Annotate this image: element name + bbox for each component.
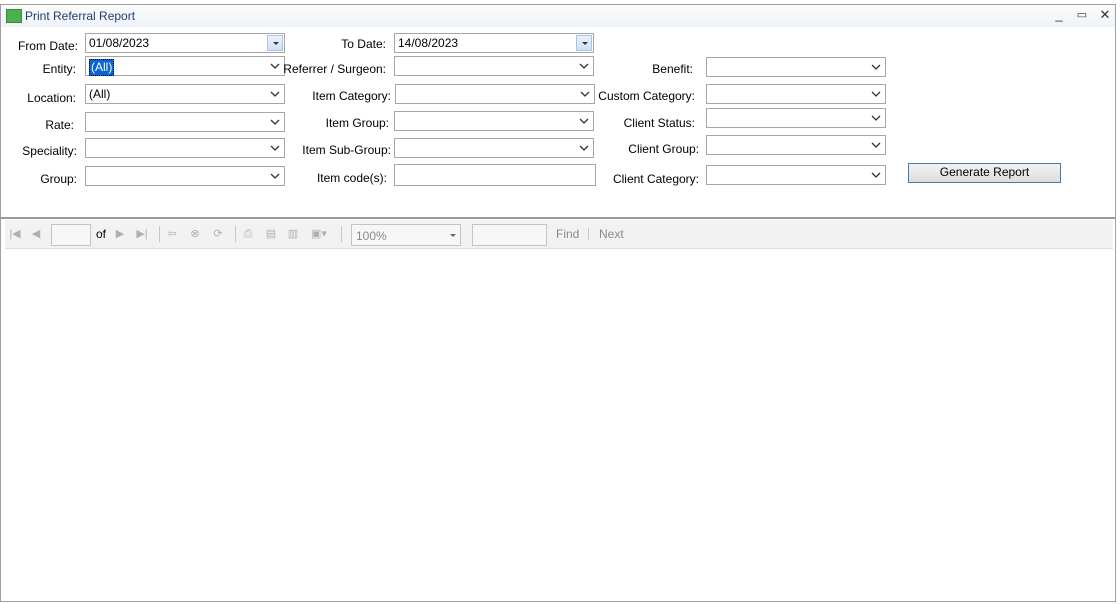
window-title: Print Referral Report	[25, 9, 136, 23]
previous-page-icon[interactable]: ◀	[29, 227, 43, 241]
chevron-down-icon	[450, 234, 456, 237]
rate-select[interactable]	[85, 112, 285, 132]
client-group-label: Client Group:	[628, 142, 699, 156]
chevron-down-icon	[579, 63, 589, 69]
print-icon[interactable]: ⎙	[241, 227, 255, 241]
report-viewer-toolbar: |◀ ◀ of ▶ ▶| ⇦ ⊗ ⟳ ⎙ ▤ ▥ ▣▾ 100% Find Ne…	[5, 220, 1113, 249]
benefit-label: Benefit:	[652, 62, 693, 76]
item-group-label: Item Group:	[325, 116, 389, 130]
group-select[interactable]	[85, 166, 285, 186]
toolbar-separator	[235, 226, 236, 242]
chevron-down-icon	[270, 63, 280, 69]
chevron-down-icon	[580, 91, 590, 97]
app-icon	[6, 9, 22, 23]
referrer-select[interactable]	[394, 56, 594, 76]
group-label: Group:	[40, 172, 77, 186]
item-sub-group-label: Item Sub-Group:	[302, 143, 391, 157]
chevron-down-icon	[270, 119, 280, 125]
toolbar-separator	[159, 226, 160, 242]
from-date-label: From Date:	[17, 39, 78, 53]
report-content-area	[5, 249, 1113, 601]
item-codes-label: Item code(s):	[316, 171, 387, 185]
item-sub-group-select[interactable]	[394, 138, 594, 158]
chevron-down-icon	[270, 145, 280, 151]
entity-value: (All)	[89, 59, 115, 76]
next-page-icon[interactable]: ▶	[113, 227, 127, 241]
client-status-label: Client Status:	[623, 116, 695, 130]
item-category-select[interactable]	[395, 84, 595, 104]
from-date-picker[interactable]: 01/08/2023	[85, 33, 285, 53]
chevron-down-icon	[871, 172, 881, 178]
item-codes-input[interactable]	[394, 164, 596, 186]
rate-label: Rate:	[45, 118, 74, 132]
toolbar-separator	[341, 226, 342, 242]
generate-report-button[interactable]: Generate Report	[908, 163, 1061, 183]
speciality-select[interactable]	[85, 138, 285, 158]
chevron-down-icon	[871, 115, 881, 121]
report-window: Print Referral Report _ ▭ ✕ From Date: 0…	[0, 4, 1116, 602]
maximize-button[interactable]: ▭	[1071, 6, 1093, 24]
of-label: of	[96, 227, 107, 241]
page-number-input[interactable]	[51, 224, 91, 246]
speciality-label: Speciality:	[22, 144, 77, 158]
close-button[interactable]: ✕	[1094, 6, 1116, 24]
client-category-select[interactable]	[706, 165, 886, 185]
client-category-label: Client Category:	[612, 172, 699, 186]
last-page-icon[interactable]: ▶|	[135, 227, 149, 241]
minimize-button[interactable]: _	[1048, 6, 1070, 24]
item-category-label: Item Category:	[312, 89, 391, 103]
client-status-select[interactable]	[706, 108, 886, 128]
from-date-value: 01/08/2023	[89, 36, 150, 50]
to-date-value: 14/08/2023	[398, 36, 459, 50]
next-link[interactable]: Next	[599, 227, 624, 241]
first-page-icon[interactable]: |◀	[8, 227, 22, 241]
page-setup-icon[interactable]: ▥	[286, 227, 300, 241]
export-icon[interactable]: ▣▾	[308, 227, 330, 241]
entity-select[interactable]: (All)	[85, 56, 285, 76]
custom-category-select[interactable]	[706, 84, 886, 104]
to-date-dropdown-button[interactable]	[576, 35, 592, 51]
location-select[interactable]: (All)	[85, 84, 285, 104]
entity-label: Entity:	[42, 62, 76, 76]
back-icon[interactable]: ⇦	[165, 227, 179, 241]
from-date-dropdown-button[interactable]	[267, 35, 283, 51]
print-layout-icon[interactable]: ▤	[264, 227, 278, 241]
title-bar: Print Referral Report _ ▭ ✕	[1, 5, 1115, 27]
location-label: Location:	[27, 91, 76, 105]
stop-icon[interactable]: ⊗	[188, 227, 202, 241]
find-link[interactable]: Find	[556, 227, 579, 241]
to-date-picker[interactable]: 14/08/2023	[394, 33, 594, 53]
find-input[interactable]	[472, 224, 547, 246]
location-value: (All)	[89, 87, 111, 101]
zoom-value: 100%	[356, 229, 387, 243]
chevron-down-icon	[871, 142, 881, 148]
client-group-select[interactable]	[706, 135, 886, 155]
zoom-select[interactable]: 100%	[351, 224, 461, 246]
item-group-select[interactable]	[394, 111, 594, 131]
toolbar-separator	[588, 228, 589, 240]
to-date-label: To Date:	[341, 37, 386, 51]
refresh-icon[interactable]: ⟳	[211, 227, 225, 241]
chevron-down-icon	[871, 64, 881, 70]
referrer-label: Referrer / Surgeon:	[283, 62, 386, 76]
chevron-down-icon	[579, 118, 589, 124]
benefit-select[interactable]	[706, 57, 886, 77]
chevron-down-icon	[579, 145, 589, 151]
chevron-down-icon	[270, 173, 280, 179]
custom-category-label: Custom Category:	[598, 89, 695, 103]
chevron-down-icon	[270, 91, 280, 97]
divider	[1, 217, 1115, 219]
chevron-down-icon	[871, 91, 881, 97]
